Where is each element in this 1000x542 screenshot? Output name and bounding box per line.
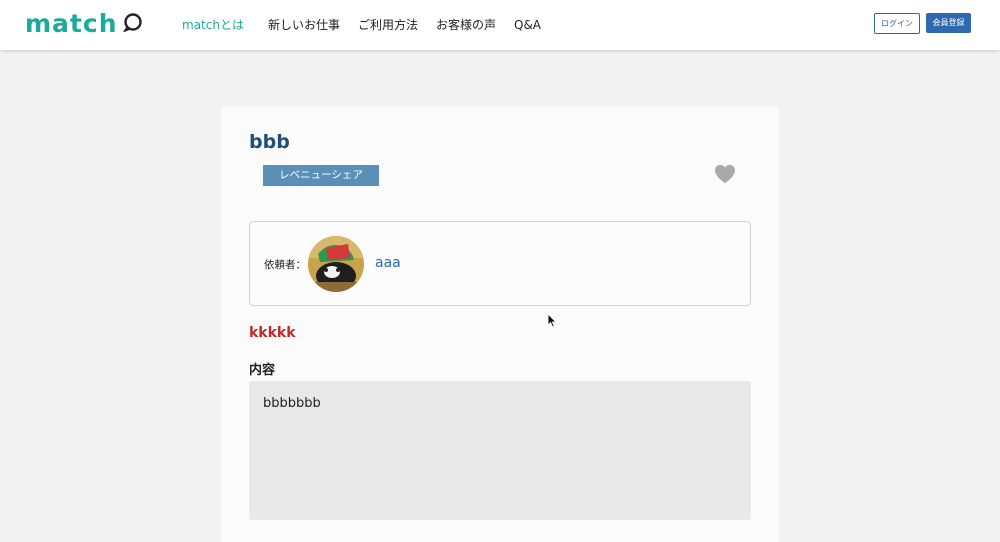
site-logo[interactable]: match: [25, 9, 143, 39]
requester-box: 依頼者： aaa: [249, 221, 751, 306]
mouse-pointer-icon: [547, 313, 557, 332]
job-title: bbb: [249, 131, 290, 153]
job-subtitle: kkkkk: [249, 325, 296, 341]
requester-name-link[interactable]: aaa: [375, 255, 401, 271]
register-button[interactable]: 会員登録: [926, 13, 971, 33]
content-text: bbbbbbb: [263, 396, 321, 411]
content-box: bbbbbbb: [249, 381, 751, 520]
job-tag: レベニューシェア: [263, 165, 379, 186]
main-nav: matchとは 新しいお仕事 ご利用方法 お客様の声 Q&A: [182, 16, 559, 34]
nav-item-testimonials[interactable]: お客様の声: [436, 16, 496, 34]
login-button[interactable]: ログイン: [874, 13, 920, 34]
speech-bubble-icon: [121, 12, 143, 38]
job-detail-card: bbb レベニューシェア 依頼者： aaa kkkkk 内容 bbbbbbb: [221, 106, 779, 542]
nav-item-about[interactable]: matchとは: [182, 16, 244, 34]
nav-item-how-to-use[interactable]: ご利用方法: [358, 16, 418, 34]
content-label: 内容: [249, 363, 276, 378]
requester-avatar[interactable]: [308, 236, 364, 292]
site-header: match matchとは 新しいお仕事 ご利用方法 お客様の声 Q&A ログイ…: [0, 0, 1000, 50]
heart-icon[interactable]: [714, 164, 736, 188]
nav-item-qa[interactable]: Q&A: [514, 16, 541, 34]
requester-label: 依頼者：: [264, 259, 306, 271]
nav-item-new-jobs[interactable]: 新しいお仕事: [268, 16, 340, 34]
logo-text: match: [25, 9, 118, 38]
